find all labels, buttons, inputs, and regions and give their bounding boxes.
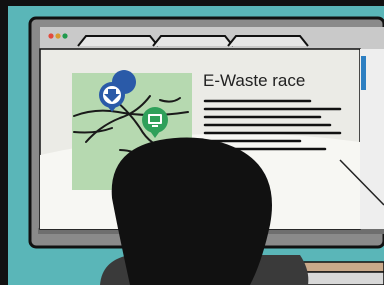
scrollbar-thumb[interactable]	[361, 56, 366, 90]
illustration-scene	[0, 0, 384, 285]
maximize-dot[interactable]	[62, 33, 68, 39]
browser-tab-2[interactable]	[152, 35, 234, 47]
browser-tab-3[interactable]	[227, 35, 309, 47]
minimize-dot[interactable]	[55, 33, 61, 39]
desk-book	[295, 261, 384, 273]
close-dot[interactable]	[48, 33, 54, 39]
article-title: E-Waste race	[203, 71, 306, 90]
person-head	[111, 137, 272, 285]
browser-tab-1[interactable]	[77, 35, 159, 47]
desk-keyboard	[299, 271, 384, 285]
